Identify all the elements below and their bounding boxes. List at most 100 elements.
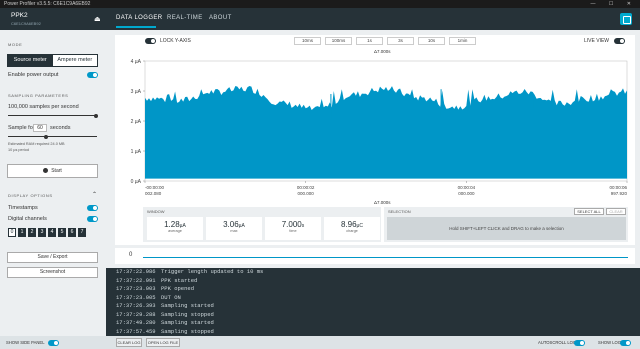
log-entry: 17:37:22.986 Trigger length updated to 10… [116, 268, 264, 275]
sample-duration-unit: seconds [50, 125, 71, 131]
digital-signal-line [143, 257, 628, 258]
digital-channel-2[interactable]: 2 [28, 228, 36, 237]
window-100ms-button[interactable]: 100ms [325, 37, 352, 45]
time-unit: s [301, 223, 305, 229]
samples-rate-label: 100,000 samples per second [8, 104, 79, 110]
live-view-label: LIVE VIEW [584, 38, 610, 44]
window-1min-button[interactable]: 1min [449, 37, 476, 45]
show-side-panel-label: SHOW SIDE PANEL [6, 340, 45, 345]
digital-channels-label: Digital channels [8, 216, 47, 222]
show-side-panel-toggle[interactable] [48, 339, 59, 346]
digital-channel-4[interactable]: 4 [48, 228, 56, 237]
timestamps-toggle[interactable] [87, 205, 98, 211]
save-export-button[interactable]: Save / Export [7, 252, 98, 263]
max-unit: µA [238, 223, 245, 229]
log-entry: 17:37:29.288 Sampling stopped [116, 310, 214, 318]
autoscroll-toggle[interactable] [574, 339, 585, 346]
x-tick-label: 00:00:06 [609, 185, 627, 190]
digital-channel-6[interactable]: 6 [68, 228, 76, 237]
app-header: PPK2 C6E1C9A6EB92 ⏏ DATA LOGGER REAL-TIM… [0, 8, 640, 30]
selection-heading: SELECTION [388, 209, 411, 214]
display-options-heading: DISPLAY OPTIONS [8, 193, 53, 198]
open-log-file-button[interactable]: OPEN LOG FILE [146, 338, 180, 347]
log-entry: 17:37:57.459 Sampling stopped [116, 327, 214, 335]
mode-selector[interactable]: Source meter Ampere meter [7, 54, 98, 67]
device-serial: C6E1C9A6EB92 [11, 21, 41, 26]
chevron-up-icon[interactable]: ⌃ [92, 191, 97, 198]
max-value: 3.06 [223, 220, 239, 229]
show-log-toggle[interactable] [620, 339, 631, 346]
window-controls[interactable]: — ☐ ✕ [591, 0, 637, 8]
time-value: 7.000 [281, 220, 302, 229]
sample-duration-slider-knob[interactable] [44, 134, 48, 139]
source-meter-button[interactable]: Source meter [8, 55, 53, 66]
y-tick-label: 3 µA [131, 89, 142, 95]
average-value: 1.28 [164, 220, 180, 229]
screenshot-button[interactable]: Screenshot [7, 267, 98, 278]
window-heading: WINDOW [147, 209, 165, 214]
digital-channel-1[interactable]: 1 [18, 228, 26, 237]
enable-power-toggle[interactable] [87, 72, 98, 78]
stat-max: 3.06µA max [206, 217, 262, 240]
stat-time: 7.000s time [265, 217, 321, 240]
window-10ms-button[interactable]: 10ms [294, 37, 321, 45]
autoscroll-label: AUTOSCROLL LOG [538, 340, 577, 345]
tab-real-time[interactable]: REAL-TIME [167, 15, 203, 21]
nordic-logo-icon [620, 13, 632, 25]
window-10s-button[interactable]: 10s [418, 37, 445, 45]
eject-icon[interactable]: ⏏ [94, 15, 101, 23]
window-titlebar: Power Profiler v3.5.5: C6E1C9A6EB92 — ☐ … [0, 0, 640, 8]
digital-channels-toggle[interactable] [87, 216, 98, 222]
y-tick-label: 1 µA [131, 149, 142, 155]
x-tick-sublabel: 000.000 [458, 191, 475, 196]
live-view-toggle[interactable] [614, 38, 625, 44]
x-axis: -00:00:00002.08000:00:02000.00000:00:040… [144, 181, 628, 196]
start-button[interactable]: Start [7, 164, 98, 178]
max-label: max [230, 229, 238, 233]
time-label: time [289, 229, 297, 233]
active-tab-indicator [116, 26, 156, 28]
log-entry: 17:37:23.003 PPK opened [116, 285, 195, 292]
x-tick-sublabel: 997.920 [611, 191, 628, 196]
y-tick-label: 4 µA [131, 59, 142, 65]
x-tick-sublabel: 000.000 [298, 191, 315, 196]
selection-hint: Hold SHIFT+LEFT CLICK and DRAG to make a… [387, 217, 626, 240]
lock-y-axis-toggle[interactable] [145, 38, 156, 44]
window-title: Power Profiler v3.5.5: C6E1C9A6EB92 [4, 1, 91, 7]
digital-channel-row: 0 [115, 248, 635, 264]
window-3s-button[interactable]: 3s [387, 37, 414, 45]
x-tick-label: 00:00:02 [297, 185, 315, 190]
digital-channel-3[interactable]: 3 [38, 228, 46, 237]
x-tick-sublabel: 002.080 [145, 191, 162, 196]
samples-rate-slider-knob[interactable] [94, 113, 98, 118]
window-1s-button[interactable]: 1s [356, 37, 383, 45]
y-tick-label: 0 µA [131, 179, 142, 185]
clear-selection-button[interactable]: CLEAR [606, 208, 626, 215]
device-name[interactable]: PPK2 [11, 12, 28, 19]
digital-channel-5[interactable]: 5 [58, 228, 66, 237]
digital-channel-0[interactable]: 0 [8, 228, 16, 237]
record-icon [43, 167, 49, 173]
stat-charge: 8.96µC charge [324, 217, 380, 240]
charge-label: charge [346, 229, 358, 233]
select-all-button[interactable]: SELECT ALL [574, 208, 604, 215]
digital-row-label: 0 [129, 252, 133, 258]
current-chart[interactable]: 0 µA 1 µA 2 µA 3 µA 4 µA -00:00:00002.080 00:… [115, 55, 635, 201]
show-log-label: SHOW LOG [598, 340, 622, 345]
bottom-delta-marker: Δ7.000s [374, 200, 391, 205]
sampling-heading: SAMPLING PARAMETERS [8, 93, 69, 98]
x-tick-label: 00:00:04 [458, 185, 476, 190]
tab-about[interactable]: ABOUT [209, 15, 232, 21]
tab-data-logger[interactable]: DATA LOGGER [116, 15, 163, 21]
timestamps-label: Timestamps [8, 205, 38, 211]
samples-rate-slider[interactable] [8, 115, 97, 116]
digital-channel-7[interactable]: 7 [78, 228, 86, 237]
sample-duration-input[interactable]: 60 [33, 124, 47, 132]
stat-average: 1.28µA average [147, 217, 203, 240]
sample-period-text: 10 µs period [8, 148, 29, 152]
mode-heading: MODE [8, 42, 23, 47]
x-tick-label: -00:00:00 [145, 185, 165, 190]
sample-duration-slider[interactable] [8, 136, 97, 137]
clear-log-button[interactable]: CLEAR LOG [116, 338, 142, 347]
ampere-meter-button[interactable]: Ampere meter [52, 55, 97, 66]
